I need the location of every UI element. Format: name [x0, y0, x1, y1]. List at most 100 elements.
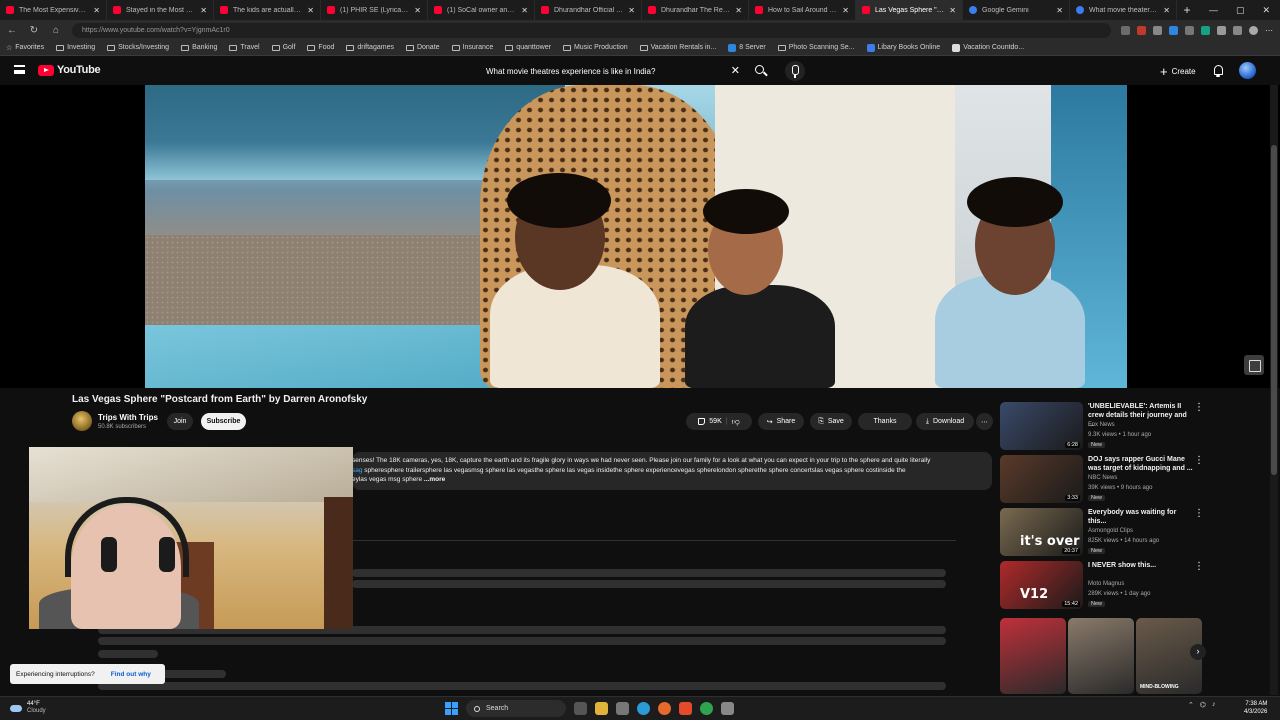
- recommended-video-title[interactable]: I NEVER show this...: [1088, 561, 1193, 570]
- browser-tab[interactable]: What movie theater experie... ✕: [1070, 0, 1177, 20]
- bookmark-item[interactable]: Stocks/Investing: [107, 44, 169, 51]
- channel-name[interactable]: Trips With Trips: [98, 413, 158, 422]
- browser-tab[interactable]: (1) PHIR SE (Lyrical) Dhuran... ✕: [321, 0, 428, 20]
- video-description[interactable]: senses! The 18K cameras, yes, 18K, captu…: [352, 452, 992, 490]
- browser-tab[interactable]: Las Vegas Sphere "Postcard... ✕: [856, 0, 963, 20]
- new-tab-button[interactable]: +: [1177, 3, 1197, 17]
- search-icon[interactable]: [752, 63, 770, 79]
- download-button[interactable]: ⤓ Download: [916, 413, 974, 430]
- like-count[interactable]: 59K: [709, 418, 721, 425]
- bookmark-item[interactable]: Vacation Countdo...: [952, 43, 1024, 52]
- extension-icon[interactable]: [1137, 25, 1146, 35]
- close-tab-icon[interactable]: ✕: [521, 6, 528, 15]
- find-out-why-link[interactable]: Find out why: [111, 671, 151, 678]
- recommended-video[interactable]: it's over 20:37 Everybody was waiting for …: [1000, 508, 1210, 556]
- recommended-channel[interactable]: Fox News: [1088, 422, 1115, 428]
- recommended-video[interactable]: 6:28 'UNBELIEVABLE': Artemis II crew deta…: [1000, 402, 1210, 450]
- profile-icon[interactable]: [1249, 25, 1258, 35]
- show-more-link[interactable]: ...more: [424, 476, 445, 483]
- bookmark-item[interactable]: Banking: [181, 44, 217, 51]
- bookmark-item[interactable]: Libary Books Online: [866, 43, 940, 52]
- xbox-icon[interactable]: [700, 702, 713, 715]
- browser-tab[interactable]: The Most Expensive Mistak... ✕: [0, 0, 107, 20]
- extension-icon[interactable]: [1201, 25, 1210, 35]
- taskbar-search[interactable]: Search: [466, 700, 566, 717]
- short-thumbnail[interactable]: [1000, 618, 1066, 694]
- short-thumbnail[interactable]: [1068, 618, 1134, 694]
- extension-icon[interactable]: [1217, 25, 1226, 35]
- search-input[interactable]: What movie theatres experience is like i…: [478, 61, 748, 81]
- close-tab-icon[interactable]: ✕: [628, 6, 635, 15]
- clear-search-icon[interactable]: ✕: [731, 64, 740, 77]
- settings-icon[interactable]: [616, 702, 629, 715]
- refresh-icon[interactable]: ↻: [28, 25, 40, 36]
- taskbar-clock[interactable]: 7:38 AM 4/3/2026: [1244, 700, 1267, 716]
- close-tab-icon[interactable]: ✕: [93, 6, 100, 15]
- recommended-video-title[interactable]: Everybody was waiting for this...: [1088, 508, 1193, 526]
- weather-widget[interactable]: 44°F Cloudy: [10, 701, 46, 715]
- bookmark-item[interactable]: Investing: [56, 44, 95, 51]
- bookmark-item[interactable]: Travel: [229, 44, 260, 51]
- save-button[interactable]: ⎘ Save: [810, 413, 852, 430]
- close-window-icon[interactable]: ✕: [1262, 5, 1270, 16]
- close-tab-icon[interactable]: ✕: [842, 6, 849, 15]
- home-icon[interactable]: ⌂: [50, 25, 62, 36]
- thumbs-up-icon[interactable]: [698, 418, 706, 425]
- more-options-icon[interactable]: [1194, 508, 1204, 522]
- notifications-bell-icon[interactable]: [1212, 64, 1224, 77]
- extension-icon[interactable]: [1153, 25, 1162, 35]
- bookmark-item[interactable]: Food: [307, 44, 334, 51]
- firefox-icon[interactable]: [658, 702, 671, 715]
- network-icon[interactable]: ⌬: [1200, 701, 1206, 709]
- more-options-icon[interactable]: [1194, 402, 1204, 416]
- recommended-channel[interactable]: NBC News: [1088, 475, 1117, 481]
- video-thumbnail[interactable]: it's over 20:37: [1000, 508, 1083, 556]
- close-tab-icon[interactable]: ✕: [949, 6, 956, 15]
- minimize-icon[interactable]: —: [1209, 5, 1218, 16]
- browser-tab[interactable]: Google Gemini ✕: [963, 0, 1070, 20]
- extension-icon[interactable]: [1169, 25, 1178, 35]
- bookmark-item[interactable]: Photo Scanning Se...: [777, 44, 855, 51]
- chevron-up-icon[interactable]: ⌃: [1188, 701, 1194, 709]
- account-avatar[interactable]: [1239, 62, 1256, 79]
- create-button[interactable]: + Create: [1160, 64, 1196, 79]
- close-tab-icon[interactable]: ✕: [735, 6, 742, 15]
- bookmark-item[interactable]: Vacation Rentals in...: [639, 44, 716, 51]
- browser-tab[interactable]: (1) SoCal owner and missing... ✕: [428, 0, 535, 20]
- chevron-right-icon[interactable]: ›: [1190, 644, 1206, 660]
- miniplayer-icon[interactable]: [1244, 355, 1264, 375]
- edge-icon[interactable]: [637, 702, 650, 715]
- join-button[interactable]: Join: [167, 413, 193, 430]
- close-tab-icon[interactable]: ✕: [200, 6, 207, 15]
- more-options-icon[interactable]: [1194, 561, 1204, 575]
- channel-avatar[interactable]: [72, 411, 92, 431]
- browser-tab[interactable]: How to Sail Around The Wo... ✕: [749, 0, 856, 20]
- browser-tab[interactable]: The kids are actually noticing... ✕: [214, 0, 321, 20]
- bookmark-item[interactable]: Donate: [405, 44, 440, 51]
- recommended-channel[interactable]: Asmongold Clips: [1088, 528, 1133, 534]
- thumbs-down-icon[interactable]: 👎︎: [732, 417, 740, 427]
- close-tab-icon[interactable]: ✕: [414, 6, 421, 15]
- file-explorer-icon[interactable]: [595, 702, 608, 715]
- more-options-icon[interactable]: [1194, 455, 1204, 469]
- browser-tab[interactable]: Dhurandhar The Revenge Of... ✕: [642, 0, 749, 20]
- bookmark-item[interactable]: ☆ Favorites: [6, 44, 44, 52]
- bookmark-item[interactable]: Insurance: [451, 44, 493, 51]
- scrollbar-thumb[interactable]: [1271, 145, 1277, 475]
- thanks-button[interactable]: Thanks: [858, 413, 912, 430]
- maximize-icon[interactable]: ▢: [1236, 5, 1245, 16]
- browser-tab[interactable]: Stayed in the Most Dangero... ✕: [107, 0, 214, 20]
- video-thumbnail[interactable]: 3:33: [1000, 455, 1083, 503]
- bookmark-item[interactable]: Golf: [271, 44, 295, 51]
- recommended-video-title[interactable]: DOJ says rapper Gucci Mane was target of…: [1088, 455, 1193, 473]
- extension-icon[interactable]: [1185, 25, 1194, 35]
- app-icon[interactable]: [721, 702, 734, 715]
- volume-icon[interactable]: ♪: [1212, 701, 1216, 709]
- menu-icon[interactable]: ⋯: [1265, 26, 1274, 35]
- hashtag-link[interactable]: sag: [352, 467, 362, 474]
- bookmark-item[interactable]: quanttower: [505, 44, 551, 51]
- video-thumbnail[interactable]: 6:28: [1000, 402, 1083, 450]
- menu-hamburger-icon[interactable]: [14, 65, 25, 74]
- url-field[interactable]: https://www.youtube.com/watch?v=YjgnmAc1…: [72, 22, 1111, 38]
- video-player[interactable]: [0, 85, 1280, 388]
